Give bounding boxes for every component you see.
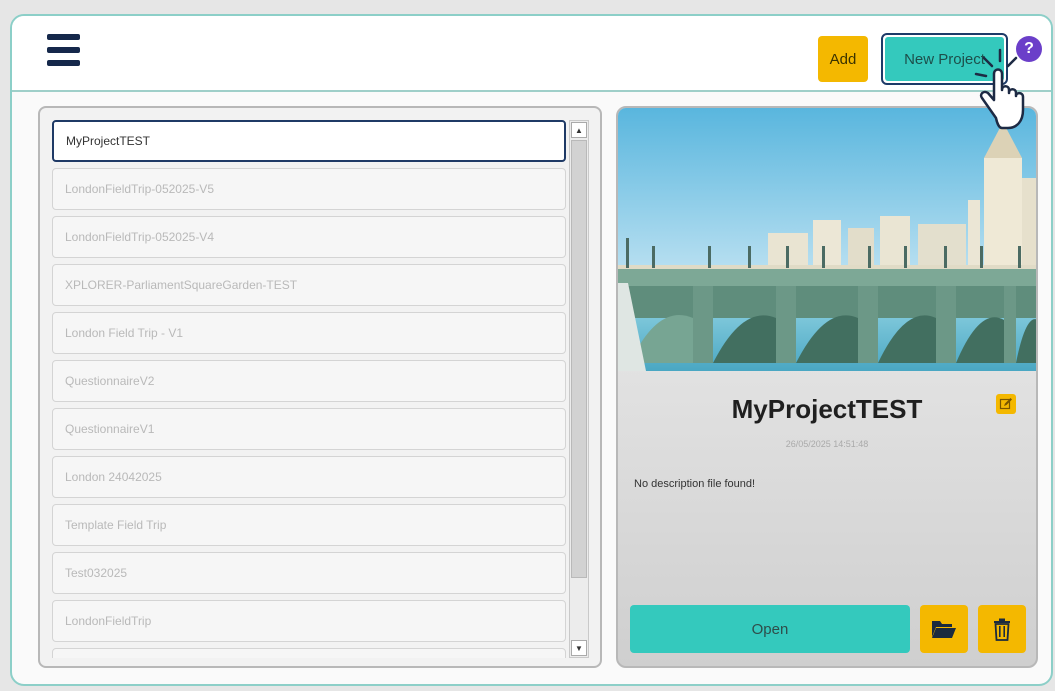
open-folder-button[interactable] [920, 605, 968, 653]
hamburger-menu-icon[interactable] [47, 34, 80, 66]
scrollbar-thumb[interactable] [571, 140, 587, 578]
project-list-item[interactable]: MyProjectTEST [52, 120, 566, 162]
project-list-item[interactable]: QuestionnaireV1 [52, 408, 566, 450]
project-list-item[interactable]: LondonFieldTrip-052025-V4 [52, 216, 566, 258]
project-list-item[interactable]: QuestionnaireV2 [52, 360, 566, 402]
scroll-up-arrow-icon[interactable]: ▲ [571, 122, 587, 138]
project-list-item[interactable]: LondonFieldTrip-052025-V5 [52, 168, 566, 210]
project-list-item[interactable]: LondonFieldTrip [52, 600, 566, 642]
project-preview-image [618, 108, 1036, 371]
project-detail-panel: MyProjectTEST 26/05/2025 14:51:48 No des… [616, 106, 1038, 668]
pencil-edit-icon[interactable] [996, 394, 1016, 414]
open-folder-icon [932, 621, 956, 638]
project-description: No description file found! [634, 478, 756, 490]
project-list-scrollbar[interactable]: ▲ ▼ [569, 120, 589, 658]
open-project-button[interactable]: Open [630, 605, 910, 653]
scroll-down-arrow-icon[interactable]: ▼ [571, 640, 587, 656]
project-title: MyProjectTEST [731, 394, 923, 424]
project-list-item[interactable]: London 24042025 [52, 456, 566, 498]
top-bar: Add New Project ? [12, 16, 1051, 92]
project-list-item[interactable]: Template Field Trip [52, 504, 566, 546]
trash-can-icon [994, 618, 1010, 641]
project-list-item[interactable]: XPLORER-ParliamentSquareGarden-TEST [52, 264, 566, 306]
add-button[interactable]: Add [818, 36, 868, 82]
hand-pointer-cursor-icon [974, 48, 1025, 130]
project-list-item[interactable]: London Field Trip - V1 [52, 312, 566, 354]
project-list-item[interactable] [52, 648, 566, 658]
app-window: Add New Project ? MyProjectTEST LondonFie… [10, 14, 1053, 686]
project-list-panel: MyProjectTEST LondonFieldTrip-052025-V5 Lo… [38, 106, 602, 668]
project-timestamp: 26/05/2025 14:51:48 [785, 439, 869, 449]
project-list: MyProjectTEST LondonFieldTrip-052025-V5 Lo… [52, 120, 566, 658]
project-list-item[interactable]: Test032025 [52, 552, 566, 594]
delete-project-button[interactable] [978, 605, 1026, 653]
